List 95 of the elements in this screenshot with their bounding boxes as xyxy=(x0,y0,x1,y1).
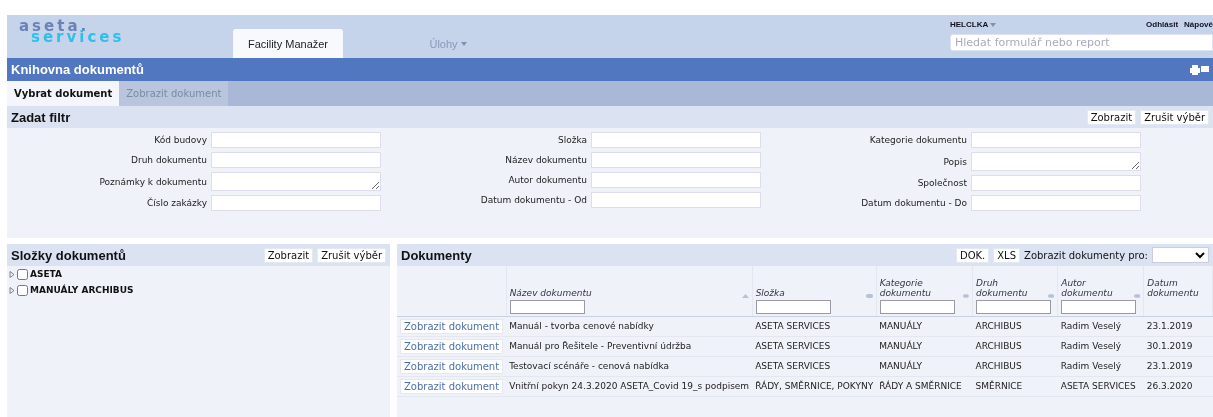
checkbox[interactable] xyxy=(17,268,28,280)
table-cell: Radim Veselý xyxy=(1057,316,1144,336)
table-cell: Testovací scénáře - cenová nabídka xyxy=(506,356,753,376)
column-filter-field[interactable] xyxy=(509,299,585,314)
table-cell: SMĚRNICE xyxy=(972,376,1058,396)
column-header: Druh dokumentu xyxy=(976,277,1029,298)
field-label: Datum dokumentu - Do xyxy=(860,198,967,208)
table-cell: ŘÁDY A SMĚRNICE xyxy=(876,376,973,396)
sort-icon[interactable] xyxy=(1133,293,1141,298)
sort-ascending-icon[interactable] xyxy=(741,293,749,298)
column-filter-field[interactable] xyxy=(1061,299,1137,314)
table-cell: Manuál pro Řešitele - Preventivní údržba xyxy=(506,336,753,356)
table-cell: ARCHIBUS xyxy=(972,356,1058,376)
column-header: Složka xyxy=(755,287,785,298)
section-title: Zadat filtr xyxy=(11,109,71,125)
page-title: Knihovna dokumentů xyxy=(11,62,144,77)
field-label: Kód budovy xyxy=(153,135,207,145)
input-field[interactable] xyxy=(971,195,1141,211)
field-label: Číslo zakázky xyxy=(145,198,207,208)
input-field[interactable] xyxy=(211,195,381,211)
column-filter-field[interactable] xyxy=(976,299,1051,314)
field-label: Poznámky k dokumentu xyxy=(98,176,207,187)
print-icon[interactable] xyxy=(1190,64,1200,75)
input-field[interactable] xyxy=(971,132,1141,148)
table-cell: ASETA SERVICES xyxy=(752,336,877,356)
input-field[interactable] xyxy=(211,132,381,148)
column-header: Název dokumentu xyxy=(509,287,592,298)
table-cell: ARCHIBUS xyxy=(972,316,1058,336)
text-area[interactable] xyxy=(211,172,381,191)
tree-item[interactable]: ASETA xyxy=(30,269,62,279)
tree-item[interactable]: MANUÁLY ARCHIBUS xyxy=(30,285,134,295)
table-cell: MANUÁLY xyxy=(876,336,973,356)
filter-button[interactable]: Zrušit výběr xyxy=(1140,109,1209,125)
expand-icon[interactable] xyxy=(9,286,15,294)
logo: aseta. services xyxy=(18,16,126,48)
search-field[interactable]: Hledat formulář nebo report xyxy=(950,34,1213,51)
field-label: Druh dokumentu xyxy=(130,155,207,165)
table-cell: ARCHIBUS xyxy=(972,336,1058,356)
expand-icon[interactable] xyxy=(9,270,15,278)
field-label: Název dokumentu xyxy=(504,155,587,165)
input-field[interactable] xyxy=(591,132,761,148)
sort-icon[interactable] xyxy=(1047,293,1055,298)
table-cell: MANUÁLY xyxy=(876,356,973,376)
view-document-button[interactable]: Zobrazit dokument xyxy=(400,338,504,354)
column-filter-field[interactable] xyxy=(879,299,955,314)
field-label: Společnost xyxy=(916,178,967,188)
table-cell: 26.3.2020 xyxy=(1143,376,1213,396)
export-button[interactable]: DOK. xyxy=(955,247,990,263)
table-cell: ASETA SERVICES xyxy=(752,356,877,376)
sort-icon[interactable] xyxy=(865,293,873,298)
text-area[interactable] xyxy=(971,152,1141,171)
table-cell: ASETA SERVICES xyxy=(1057,376,1144,396)
field-label: Složka xyxy=(557,135,587,145)
tab[interactable]: Vybrat dokument xyxy=(7,81,120,106)
table-cell: Radim Veselý xyxy=(1057,356,1144,376)
column-header: Autor dokumentu xyxy=(1061,277,1114,298)
table-cell: 23.1.2019 xyxy=(1143,356,1213,376)
section-title: Složky dokumentů xyxy=(11,247,126,263)
table-cell: 23.1.2019 xyxy=(1143,316,1213,336)
show-for-label: Zobrazit dokumenty pro: xyxy=(1024,249,1148,261)
header-link[interactable]: Odhlásit xyxy=(1146,20,1179,29)
table-cell: 30.1.2019 xyxy=(1143,336,1213,356)
section-title: Dokumenty xyxy=(401,247,472,263)
view-document-button[interactable]: Zobrazit dokument xyxy=(400,378,504,394)
column-filter-field[interactable] xyxy=(755,299,831,314)
input-field[interactable] xyxy=(971,175,1141,191)
input-field[interactable] xyxy=(211,152,381,168)
field-label: Popis xyxy=(942,156,967,167)
table-cell: Vnitřní pokyn 24.3.2020 ASETA_Covid 19_s podpisem xyxy=(506,376,753,396)
nav-tab[interactable]: Facility Manažer xyxy=(233,29,343,58)
field-label: Kategorie dokumentu xyxy=(868,135,967,145)
column-header: Kategorie dokumentu xyxy=(879,277,933,298)
table-cell: Manuál - tvorba cenové nabídky xyxy=(506,316,753,336)
input-field[interactable] xyxy=(591,192,761,208)
view-document-button[interactable]: Zobrazit dokument xyxy=(400,358,504,374)
caret-icon xyxy=(990,22,997,27)
field-label: Datum dokumentu - Od xyxy=(479,195,587,205)
user-menu[interactable]: HELCLKA xyxy=(950,20,997,29)
table-cell: Radim Veselý xyxy=(1057,336,1144,356)
export-button[interactable]: XLS xyxy=(993,247,1021,263)
column-header: Datum dokumentu xyxy=(1147,277,1200,298)
view-document-button[interactable]: Zobrazit dokument xyxy=(400,318,504,334)
sort-icon[interactable] xyxy=(963,293,969,298)
field-label: Autor dokumentu xyxy=(507,175,587,185)
input-field[interactable] xyxy=(591,172,761,188)
checkbox[interactable] xyxy=(17,284,28,296)
filter-button[interactable]: Zobrazit xyxy=(1086,109,1137,125)
table-cell: MANUÁLY xyxy=(876,316,973,336)
input-field[interactable] xyxy=(591,152,761,168)
dropdown[interactable] xyxy=(1152,247,1209,263)
folder-button[interactable]: Zrušit výběr xyxy=(317,247,386,263)
table-cell: ŘÁDY, SMĚRNICE, POKYNY xyxy=(752,376,877,396)
table-cell: ASETA SERVICES xyxy=(752,316,877,336)
header-link[interactable]: Nápově xyxy=(1184,20,1213,29)
folder-button[interactable]: Zobrazit xyxy=(263,247,314,263)
